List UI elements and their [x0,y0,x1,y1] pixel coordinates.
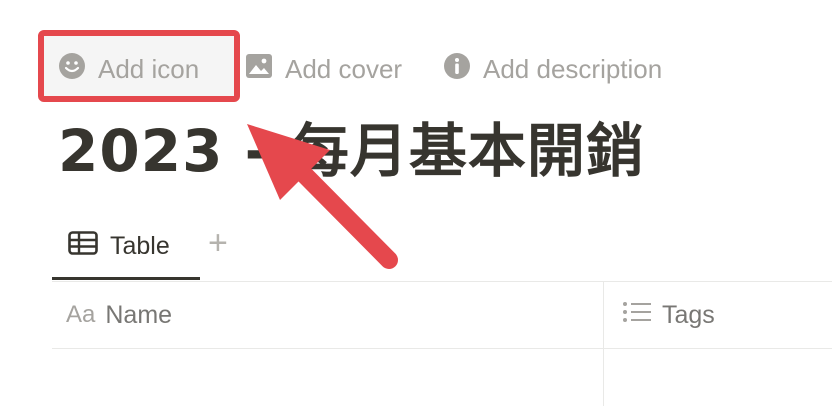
tab-table-label: Table [110,232,170,260]
table-icon [68,231,98,262]
add-icon-label: Add icon [98,53,200,84]
column-header-tags[interactable]: Tags [622,282,715,348]
column-header-name[interactable]: Aa Name [66,282,172,348]
info-icon [443,52,471,87]
database-table: Aa Name Tags [52,282,832,406]
add-description-button[interactable]: Add description [443,50,662,88]
header-row-divider [52,348,832,349]
add-icon-button[interactable]: Add icon [58,50,199,88]
top-cutoff-area [0,0,832,6]
view-tabs: Table + [52,216,832,282]
page-title[interactable]: 2023 - 每月基本開銷 [58,104,645,188]
add-cover-button[interactable]: Add cover [245,50,402,88]
smiley-icon [58,52,86,87]
aa-text-icon: Aa [66,301,96,328]
add-cover-label: Add cover [285,53,403,84]
column-header-tags-label: Tags [662,300,715,329]
column-divider [603,282,604,406]
column-header-name-label: Name [105,300,173,329]
list-icon [622,301,652,330]
add-description-label: Add description [483,53,663,84]
image-icon [245,53,273,86]
add-view-button[interactable]: + [208,226,228,260]
tab-table[interactable]: Table [52,216,200,280]
